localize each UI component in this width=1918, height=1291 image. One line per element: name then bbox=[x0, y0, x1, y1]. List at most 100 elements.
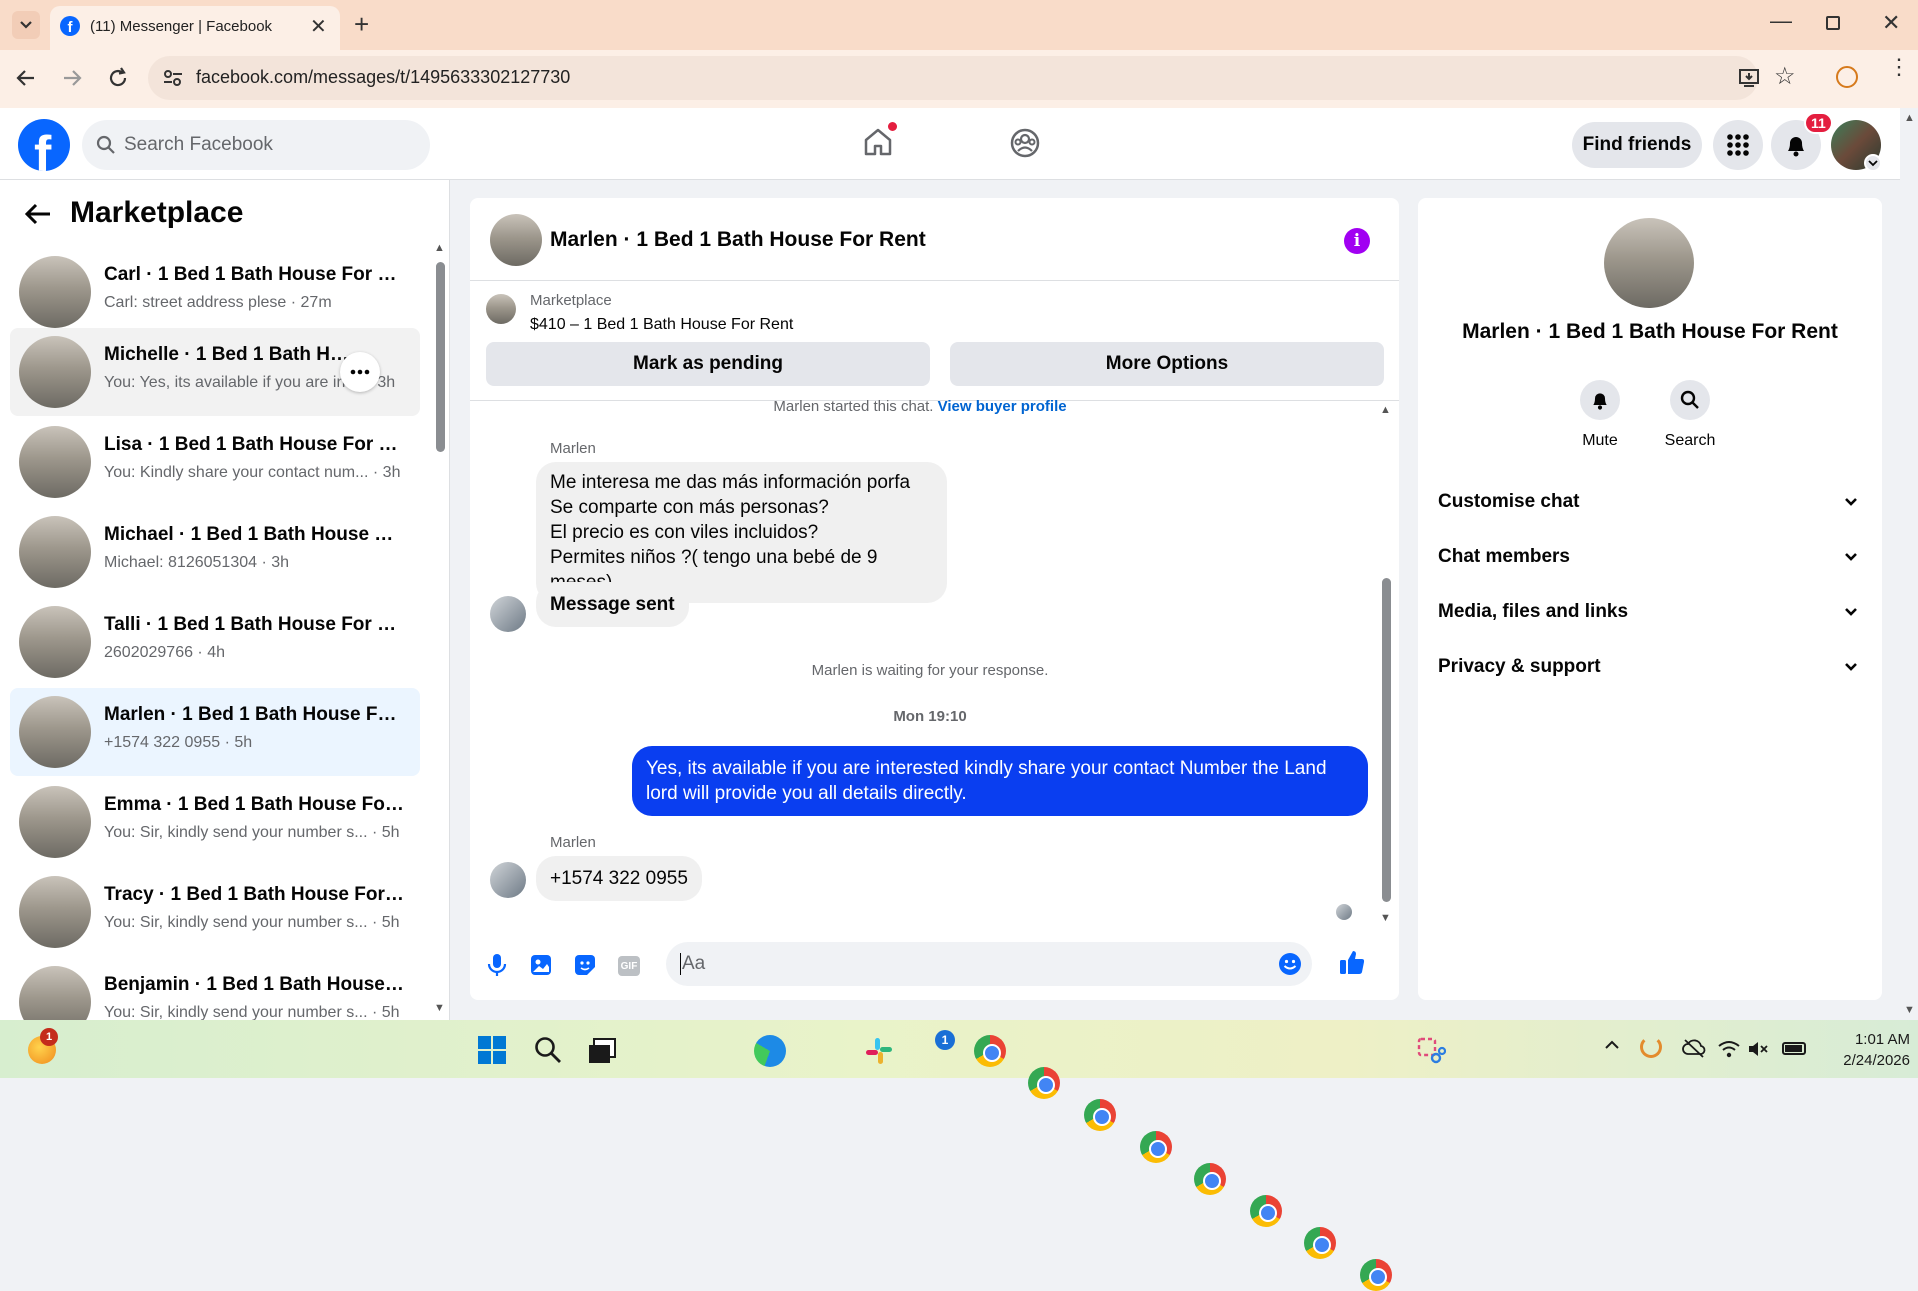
chrome-icon[interactable] bbox=[1360, 1259, 1392, 1291]
grid-menu-icon bbox=[1727, 134, 1749, 156]
clock-time[interactable]: 1:01 AM bbox=[1820, 1031, 1910, 1048]
taskbar-search-button[interactable] bbox=[534, 1036, 562, 1064]
conversation-item[interactable]: Emma · 1 Bed 1 Bath House For ... You: S… bbox=[10, 778, 420, 866]
chrome-icon[interactable] bbox=[1304, 1227, 1336, 1259]
install-app-icon[interactable] bbox=[1738, 68, 1760, 88]
page-scrollbar-down[interactable]: ▼ bbox=[1904, 1004, 1915, 1016]
more-options-button[interactable]: More Options bbox=[950, 342, 1384, 386]
listing-thumbnail[interactable] bbox=[486, 294, 516, 324]
chrome-icon[interactable] bbox=[1140, 1131, 1172, 1163]
profile-icon[interactable] bbox=[1836, 66, 1858, 88]
bookmark-star-icon[interactable]: ☆ bbox=[1774, 62, 1796, 91]
volume-muted-icon[interactable] bbox=[1748, 1040, 1770, 1058]
sidebar-scrollbar-thumb[interactable] bbox=[436, 262, 445, 452]
url-text[interactable]: facebook.com/messages/t/1495633302127730 bbox=[196, 67, 570, 88]
chrome-icon[interactable] bbox=[1194, 1163, 1226, 1195]
customise-chat-section[interactable]: Customise chat bbox=[1438, 482, 1858, 522]
page-scrollbar-up[interactable]: ▲ bbox=[1904, 112, 1915, 124]
mark-pending-button[interactable]: Mark as pending bbox=[486, 342, 930, 386]
listing-title[interactable]: $410 – 1 Bed 1 Bath House For Rent bbox=[530, 316, 793, 334]
chat-title[interactable]: Marlen · 1 Bed 1 Bath House For Rent bbox=[550, 228, 926, 252]
attach-photo-button[interactable] bbox=[530, 954, 552, 976]
minimize-button[interactable]: — bbox=[1770, 8, 1792, 34]
mute-button[interactable] bbox=[1580, 380, 1620, 420]
find-friends-button[interactable]: Find friends bbox=[1572, 122, 1702, 168]
close-window-button[interactable]: ✕ bbox=[1882, 10, 1900, 36]
conversation-item[interactable]: Michael · 1 Bed 1 Bath House For... Mich… bbox=[10, 508, 420, 596]
conversation-title: Marlen · 1 Bed 1 Bath House For ... bbox=[104, 704, 404, 725]
chrome-icon[interactable] bbox=[1028, 1067, 1060, 1099]
facebook-search-input[interactable]: Search Facebook bbox=[82, 120, 430, 170]
sidebar-scroll-up[interactable]: ▲ bbox=[434, 242, 445, 254]
listing-avatar bbox=[19, 336, 91, 408]
more-options-button[interactable] bbox=[340, 352, 380, 392]
view-buyer-profile-link[interactable]: View buyer profile bbox=[938, 398, 1067, 415]
tab-search-button[interactable] bbox=[12, 11, 40, 39]
reload-button[interactable] bbox=[106, 66, 130, 90]
slack-icon[interactable] bbox=[864, 1036, 894, 1066]
conversation-item[interactable]: Michelle · 1 Bed 1 Bath House For Rent Y… bbox=[10, 328, 420, 416]
sender-avatar[interactable] bbox=[490, 862, 526, 898]
search-in-chat-button[interactable] bbox=[1670, 380, 1710, 420]
task-view-button[interactable] bbox=[588, 1038, 616, 1064]
home-icon bbox=[864, 128, 892, 156]
chrome-icon[interactable] bbox=[974, 1035, 1006, 1067]
conversation-title: Emma · 1 Bed 1 Bath House For ... bbox=[104, 794, 404, 815]
chat-members-section[interactable]: Chat members bbox=[1438, 537, 1858, 577]
chat-scrollbar-thumb[interactable] bbox=[1382, 578, 1391, 902]
edge-browser-icon[interactable] bbox=[754, 1035, 786, 1067]
home-nav[interactable] bbox=[862, 122, 897, 158]
privacy-support-section[interactable]: Privacy & support bbox=[1438, 647, 1858, 687]
chat-scroll-up[interactable]: ▲ bbox=[1380, 404, 1391, 416]
forward-button[interactable] bbox=[60, 66, 84, 90]
battery-icon[interactable] bbox=[1782, 1042, 1806, 1055]
thumbs-up-icon bbox=[1340, 951, 1365, 974]
conversation-item[interactable]: Talli · 1 Bed 1 Bath House For Rent 2602… bbox=[10, 598, 420, 686]
message-input[interactable]: Aa bbox=[666, 942, 1312, 986]
conversation-item[interactable]: Benjamin · 1 Bed 1 Bath House F... You: … bbox=[10, 958, 420, 1020]
sender-avatar[interactable] bbox=[490, 596, 526, 632]
back-button[interactable] bbox=[14, 66, 38, 90]
microphone-icon bbox=[487, 954, 507, 976]
browser-tab[interactable]: f (11) Messenger | Facebook ✕ bbox=[50, 6, 340, 50]
account-chevron-icon[interactable] bbox=[1864, 154, 1882, 172]
media-files-section[interactable]: Media, files and links bbox=[1438, 592, 1858, 632]
conversation-item[interactable]: Tracy · 1 Bed 1 Bath House For R... You:… bbox=[10, 868, 420, 956]
conversation-item[interactable]: Lisa · 1 Bed 1 Bath House For Rent You: … bbox=[10, 418, 420, 506]
close-tab-icon[interactable]: ✕ bbox=[310, 14, 327, 39]
back-arrow-icon[interactable] bbox=[24, 202, 52, 226]
wifi-icon[interactable] bbox=[1718, 1040, 1740, 1058]
chat-avatar[interactable] bbox=[490, 214, 542, 266]
chrome-icon[interactable] bbox=[1084, 1099, 1116, 1131]
site-settings-icon[interactable] bbox=[162, 68, 184, 88]
restore-button[interactable] bbox=[1826, 16, 1840, 30]
info-avatar[interactable] bbox=[1604, 218, 1694, 308]
groups-nav[interactable] bbox=[1009, 127, 1041, 159]
sidebar-scroll-down[interactable]: ▼ bbox=[434, 1002, 445, 1014]
browser-menu-icon[interactable]: ⋮ bbox=[1888, 56, 1910, 78]
chat-scroll-down[interactable]: ▼ bbox=[1380, 912, 1391, 924]
conversation-item[interactable]: Carl · 1 Bed 1 Bath House For Rent Carl:… bbox=[10, 248, 420, 336]
omnibox[interactable]: facebook.com/messages/t/1495633302127730 bbox=[148, 56, 1760, 100]
chat-info-button[interactable]: i bbox=[1344, 228, 1370, 254]
cloud-off-icon[interactable] bbox=[1682, 1038, 1706, 1058]
emoji-icon[interactable] bbox=[1278, 952, 1302, 976]
scissors-icon bbox=[1417, 1037, 1446, 1064]
facebook-logo-icon[interactable]: f bbox=[18, 119, 70, 171]
like-button[interactable] bbox=[1338, 948, 1366, 976]
voice-clip-button[interactable] bbox=[486, 952, 508, 978]
start-button[interactable] bbox=[478, 1036, 506, 1064]
menu-button[interactable] bbox=[1713, 120, 1763, 170]
show-hidden-icons-chevron[interactable] bbox=[1604, 1040, 1620, 1050]
sync-icon[interactable] bbox=[1640, 1036, 1662, 1058]
conversation-item-active[interactable]: Marlen · 1 Bed 1 Bath House For ... +157… bbox=[10, 688, 420, 776]
clock-date[interactable]: 2/24/2026 bbox=[1820, 1052, 1910, 1069]
snipping-tool-icon[interactable] bbox=[1416, 1036, 1446, 1066]
conversation-title: Benjamin · 1 Bed 1 Bath House F... bbox=[104, 974, 404, 995]
sticker-button[interactable] bbox=[574, 954, 596, 976]
new-tab-button[interactable]: + bbox=[354, 9, 369, 40]
slack-logo-icon bbox=[866, 1038, 892, 1064]
gif-button[interactable]: GIF bbox=[618, 956, 640, 976]
chrome-icon[interactable] bbox=[1250, 1195, 1282, 1227]
listing-avatar bbox=[19, 426, 91, 498]
